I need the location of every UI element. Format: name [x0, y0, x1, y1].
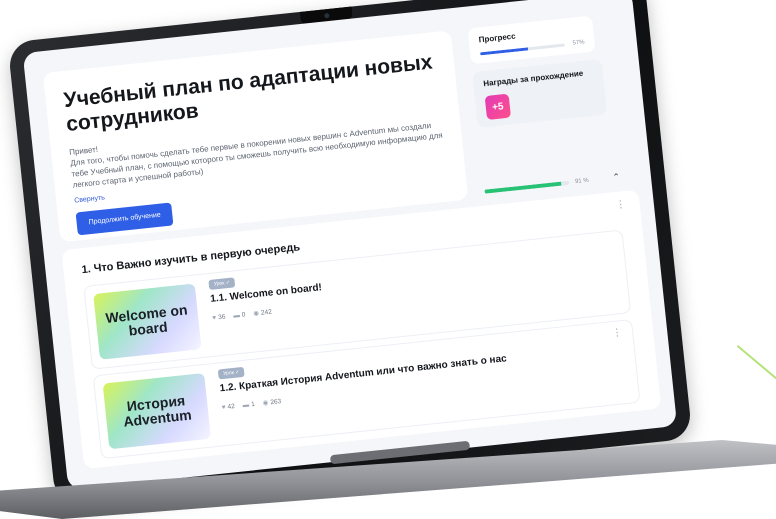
continue-learning-button[interactable]: Продолжить обучение [75, 202, 174, 236]
section-progress-fill [484, 181, 562, 194]
lesson-stats: ♥ 36 ▬ 0 ◉ 242 [212, 308, 272, 322]
progress-bar-fill [479, 46, 529, 55]
chevron-up-icon[interactable]: ⌃ [612, 171, 621, 183]
lesson-thumbnail: Welcome on board [93, 283, 202, 360]
laptop-lid: Учебный план по адаптации новых сотрудни… [7, 0, 693, 506]
lesson-title[interactable]: 1.2. Краткая История Adventum или что ва… [219, 353, 507, 394]
section-progress-percent: 91 % [574, 177, 590, 185]
decorative-line [736, 345, 776, 392]
lesson-stats: ♥ 42 ▬ 1 ◉ 263 [221, 397, 281, 411]
lesson-thumbnail: История Adventum [102, 372, 211, 450]
awards-title: Награды за прохождение [482, 68, 584, 89]
progress-card: Прогресс 57% [467, 15, 596, 65]
likes-count: 36 [217, 312, 226, 321]
likes-count: 42 [227, 402, 236, 411]
eye-icon: ◉ [253, 309, 260, 318]
views-count: 263 [269, 397, 282, 406]
eye-icon: ◉ [262, 399, 269, 407]
awards-card: Награды за прохождение +5 [472, 58, 608, 129]
section-progress-bar [484, 180, 570, 194]
views-count: 242 [260, 308, 273, 317]
more-vertical-icon[interactable]: ⋮ [612, 327, 623, 339]
comments-count: 1 [250, 400, 256, 408]
plan-header-card: Учебный план по адаптации новых сотрудни… [42, 30, 469, 243]
lesson-tag: Урок ✓ [208, 277, 236, 290]
camera-icon [324, 12, 330, 19]
lesson-tag: Урок ✓ [217, 366, 245, 380]
comment-icon: ▬ [232, 311, 241, 320]
progress-bar [479, 42, 565, 55]
laptop-screen: Учебный план по адаптации новых сотрудни… [22, 0, 678, 490]
progress-percent: 57% [572, 39, 585, 47]
heart-icon: ♥ [221, 403, 226, 411]
award-badge[interactable]: +5 [484, 93, 512, 121]
comment-icon: ▬ [242, 400, 250, 409]
heart-icon: ♥ [211, 313, 217, 322]
comments-count: 0 [241, 310, 246, 319]
more-vertical-icon[interactable]: ⋮ [615, 199, 626, 211]
